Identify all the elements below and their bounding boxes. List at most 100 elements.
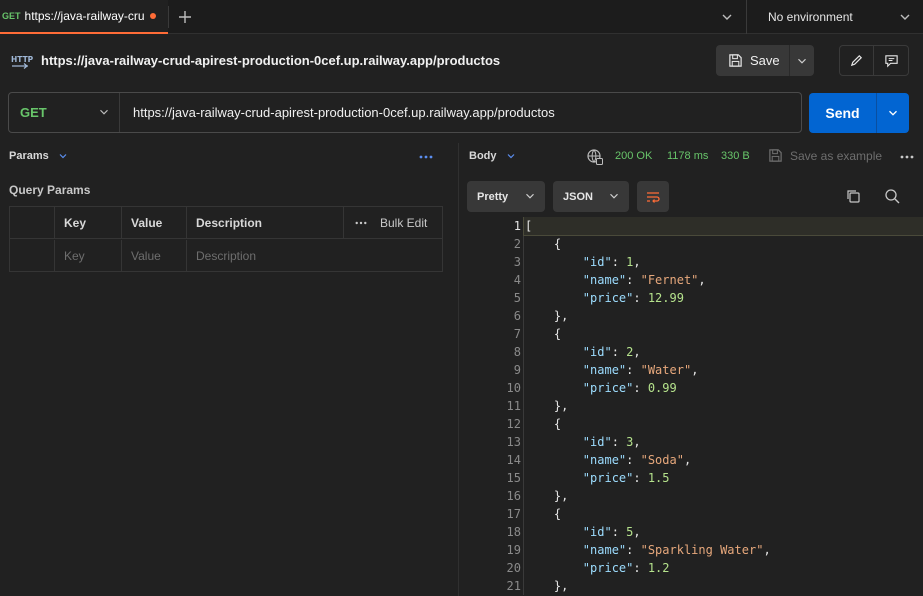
save-as-example-button[interactable]: Save as example	[768, 148, 882, 163]
send-button[interactable]: Send	[809, 93, 877, 133]
json-punctuation	[525, 525, 583, 539]
pane-divider[interactable]	[458, 143, 459, 596]
more-horizontal-icon[interactable]	[899, 150, 915, 164]
description-column-header: Description	[186, 207, 343, 239]
json-key: "id"	[582, 435, 612, 449]
tab-method: GET	[2, 11, 21, 21]
line-number: 4	[513, 273, 521, 287]
json-key: "name"	[582, 453, 627, 467]
value-input[interactable]: Value	[121, 240, 186, 272]
format-select[interactable]: JSON	[553, 181, 629, 212]
method-select[interactable]: GET	[9, 93, 120, 132]
line-number: 12	[506, 417, 521, 431]
comment-icon[interactable]	[874, 46, 908, 75]
json-punctuation: :	[611, 345, 627, 359]
json-punctuation: ,	[633, 525, 641, 539]
json-string: "Soda"	[640, 453, 684, 467]
response-body-editor[interactable]: 1 2 3 4 5 6 7 8 9 10 11 12 13 14 15 16 17 18 19 20 21 [ { "i…	[467, 217, 923, 596]
json-punctuation	[525, 561, 583, 575]
format-label: JSON	[563, 190, 593, 203]
code-line: {	[524, 325, 923, 343]
json-punctuation: :	[633, 381, 648, 395]
json-punctuation: ,	[691, 363, 699, 377]
code-line: },	[524, 487, 923, 505]
code-line: "name": "Soda",	[524, 451, 923, 469]
params-table: Key Value Description Bulk Edit Key Valu…	[9, 206, 443, 272]
chevron-down-icon[interactable]	[790, 45, 814, 76]
key-input[interactable]: Key	[54, 240, 121, 272]
json-key: "price"	[582, 291, 634, 305]
wrap-lines-icon[interactable]	[637, 181, 669, 212]
globe-icon[interactable]	[586, 148, 604, 166]
json-punctuation: },	[525, 309, 569, 323]
save-example-icon	[769, 149, 782, 162]
save-icon	[728, 53, 743, 68]
line-number: 15	[506, 471, 521, 485]
unsaved-indicator	[149, 13, 156, 19]
json-punctuation	[525, 345, 583, 359]
params-tab[interactable]: Params	[9, 150, 69, 162]
body-tab[interactable]: Body	[469, 150, 517, 162]
json-string: "Sparkling Water"	[640, 543, 764, 557]
response-size[interactable]: 330 B	[721, 150, 750, 162]
method-label: GET	[20, 105, 47, 120]
copy-icon[interactable]	[845, 188, 861, 204]
url-input[interactable]	[120, 105, 790, 120]
view-mode-select[interactable]: Pretty	[467, 181, 545, 212]
line-number: 20	[506, 561, 521, 575]
line-number: 11	[506, 399, 521, 413]
search-icon[interactable]	[884, 188, 900, 204]
chevron-down-icon	[507, 154, 514, 159]
code-line: {	[524, 505, 923, 523]
code-line: "name": "Sparkling Water",	[524, 541, 923, 559]
code-line: "id": 5,	[524, 523, 923, 541]
chevron-down-icon[interactable]	[877, 93, 909, 133]
save-label: Save	[750, 53, 780, 68]
query-params-title: Query Params	[9, 183, 91, 197]
svg-text:HTTP: HTTP	[11, 55, 33, 64]
code-lines: [ { "id": 1, "name": "Fernet", "price": …	[523, 217, 923, 595]
json-string: "Water"	[640, 363, 692, 377]
json-punctuation: :	[633, 561, 648, 575]
line-number: 1	[513, 219, 521, 233]
json-punctuation: },	[525, 399, 569, 413]
chevron-down-icon[interactable]	[719, 9, 735, 25]
code-line: "name": "Water",	[524, 361, 923, 379]
json-punctuation: ,	[633, 255, 641, 269]
chevron-down-icon[interactable]	[897, 9, 913, 25]
line-number: 16	[506, 489, 521, 503]
plus-icon[interactable]	[176, 8, 194, 26]
bulk-edit-button[interactable]: Bulk Edit	[343, 207, 442, 239]
params-tab-label: Params	[9, 150, 49, 162]
line-number: 6	[513, 309, 521, 323]
more-horizontal-icon[interactable]	[418, 150, 434, 164]
json-punctuation	[525, 273, 583, 287]
json-key: "price"	[582, 471, 634, 485]
pencil-icon[interactable]	[840, 46, 874, 75]
status-code[interactable]: 200 OK	[615, 150, 652, 162]
json-punctuation	[525, 471, 583, 485]
code-line: "id": 3,	[524, 433, 923, 451]
code-line: "price": 1.2	[524, 559, 923, 577]
save-button[interactable]: Save	[716, 45, 790, 76]
json-punctuation: {	[525, 417, 562, 431]
json-punctuation: :	[611, 255, 627, 269]
json-key: "name"	[582, 543, 627, 557]
key-column-header: Key	[54, 207, 121, 239]
divider	[168, 6, 169, 28]
response-time[interactable]: 1178 ms	[667, 150, 708, 162]
description-input[interactable]: Description	[186, 240, 442, 272]
line-number: 5	[513, 291, 521, 305]
json-key: "name"	[582, 273, 627, 287]
json-punctuation	[525, 453, 583, 467]
line-number: 3	[513, 255, 521, 269]
chevron-down-icon	[523, 189, 537, 203]
request-name[interactable]: https://java-railway-crud-apirest-produc…	[41, 53, 500, 68]
line-number: 9	[513, 363, 521, 377]
line-number: 2	[513, 237, 521, 251]
request-tab[interactable]: GET https://java-railway-cru	[0, 0, 168, 34]
line-number: 19	[506, 543, 521, 557]
value-column-header: Value	[121, 207, 186, 239]
code-line: },	[524, 577, 923, 595]
json-punctuation: ,	[683, 453, 692, 467]
